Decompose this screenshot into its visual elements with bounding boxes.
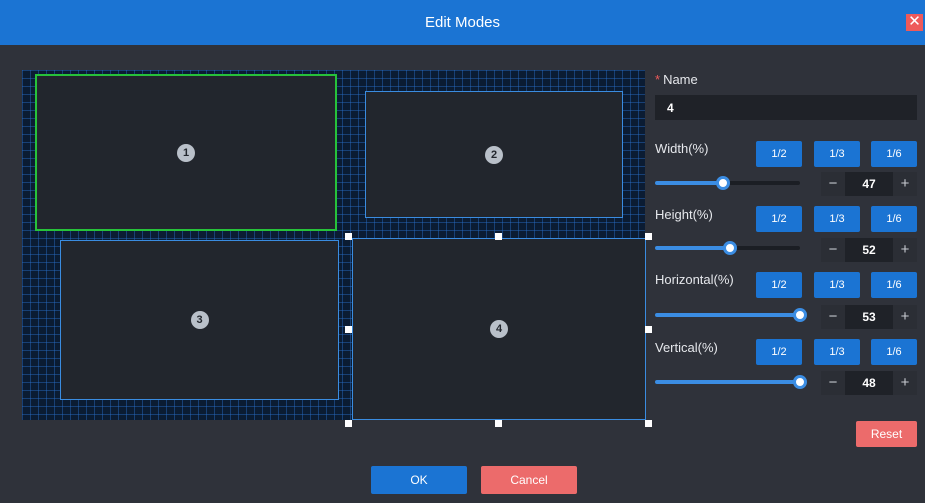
horizontal-slider-thumb[interactable] [793, 308, 807, 322]
window-4[interactable]: 4 [352, 238, 646, 420]
resize-handle-nw[interactable] [345, 233, 352, 240]
height-value[interactable]: 52 [845, 238, 893, 262]
width-sixth-button[interactable]: 1/6 [871, 141, 917, 167]
reset-button[interactable]: Reset [856, 421, 917, 447]
vertical-increment-button[interactable]: + [893, 371, 917, 395]
width-decrement-button[interactable]: − [821, 172, 845, 196]
window-number-badge: 3 [190, 311, 209, 329]
close-icon[interactable]: ✕ [906, 14, 923, 31]
resize-handle-se[interactable] [645, 420, 652, 427]
horizontal-third-button[interactable]: 1/3 [814, 272, 860, 298]
height-decrement-button[interactable]: − [821, 238, 845, 262]
height-sixth-button[interactable]: 1/6 [871, 206, 917, 232]
window-number-badge: 2 [485, 145, 503, 164]
ok-button[interactable]: OK [371, 466, 467, 494]
dialog-titlebar: Edit Modes ✕ [0, 0, 925, 45]
resize-handle-w[interactable] [345, 326, 352, 333]
name-label: * Name [655, 72, 698, 87]
height-slider-thumb[interactable] [723, 241, 737, 255]
resize-handle-s[interactable] [495, 420, 502, 427]
vertical-value[interactable]: 48 [845, 371, 893, 395]
width-third-button[interactable]: 1/3 [814, 141, 860, 167]
window-number-badge: 4 [490, 320, 508, 338]
horizontal-sixth-button[interactable]: 1/6 [871, 272, 917, 298]
vertical-sixth-button[interactable]: 1/6 [871, 339, 917, 365]
cancel-button[interactable]: Cancel [481, 466, 577, 494]
horizontal-stepper[interactable]: − 53 + [821, 305, 917, 329]
horizontal-slider[interactable] [655, 308, 807, 322]
horizontal-label: Horizontal(%) [655, 272, 734, 287]
vertical-third-button[interactable]: 1/3 [814, 339, 860, 365]
resize-handle-sw[interactable] [345, 420, 352, 427]
width-slider[interactable] [655, 176, 800, 190]
resize-handle-e[interactable] [645, 326, 652, 333]
height-slider[interactable] [655, 241, 800, 255]
vertical-decrement-button[interactable]: − [821, 371, 845, 395]
window-3[interactable]: 3 [60, 240, 339, 400]
width-stepper[interactable]: − 47 + [821, 172, 917, 196]
horizontal-increment-button[interactable]: + [893, 305, 917, 329]
vertical-half-button[interactable]: 1/2 [756, 339, 802, 365]
name-input[interactable] [655, 95, 917, 120]
width-increment-button[interactable]: + [893, 172, 917, 196]
vertical-slider-thumb[interactable] [793, 375, 807, 389]
height-label: Height(%) [655, 207, 713, 222]
window-number-badge: 1 [177, 143, 195, 162]
height-increment-button[interactable]: + [893, 238, 917, 262]
required-mark: * [655, 72, 661, 87]
height-stepper[interactable]: − 52 + [821, 238, 917, 262]
width-half-button[interactable]: 1/2 [756, 141, 802, 167]
vertical-label: Vertical(%) [655, 340, 718, 355]
window-2[interactable]: 2 [365, 91, 623, 218]
vertical-stepper[interactable]: − 48 + [821, 371, 917, 395]
dialog-title: Edit Modes [424, 14, 501, 31]
height-third-button[interactable]: 1/3 [814, 206, 860, 232]
horizontal-half-button[interactable]: 1/2 [756, 272, 802, 298]
layout-canvas[interactable]: 1 2 3 4 [22, 70, 646, 420]
vertical-slider[interactable] [655, 375, 807, 389]
width-value[interactable]: 47 [845, 172, 893, 196]
name-label-text: Name [663, 72, 698, 87]
window-1[interactable]: 1 [35, 74, 337, 231]
horizontal-value[interactable]: 53 [845, 305, 893, 329]
width-label: Width(%) [655, 141, 709, 156]
width-slider-thumb[interactable] [716, 176, 730, 190]
height-half-button[interactable]: 1/2 [756, 206, 802, 232]
resize-handle-ne[interactable] [645, 233, 652, 240]
resize-handle-n[interactable] [495, 233, 502, 240]
horizontal-decrement-button[interactable]: − [821, 305, 845, 329]
